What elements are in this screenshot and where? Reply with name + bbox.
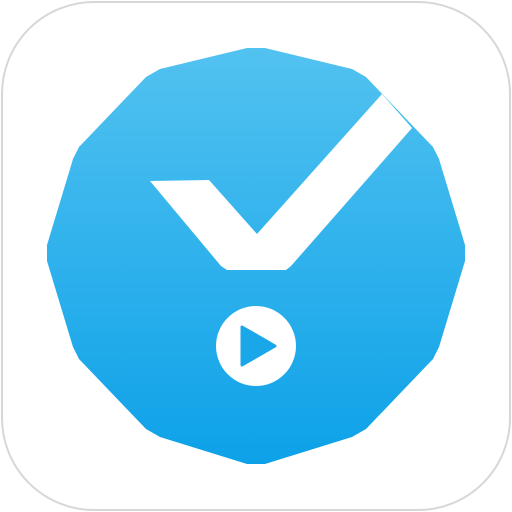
app-icon-canvas: [0, 0, 512, 512]
app-icon[interactable]: [0, 0, 512, 512]
